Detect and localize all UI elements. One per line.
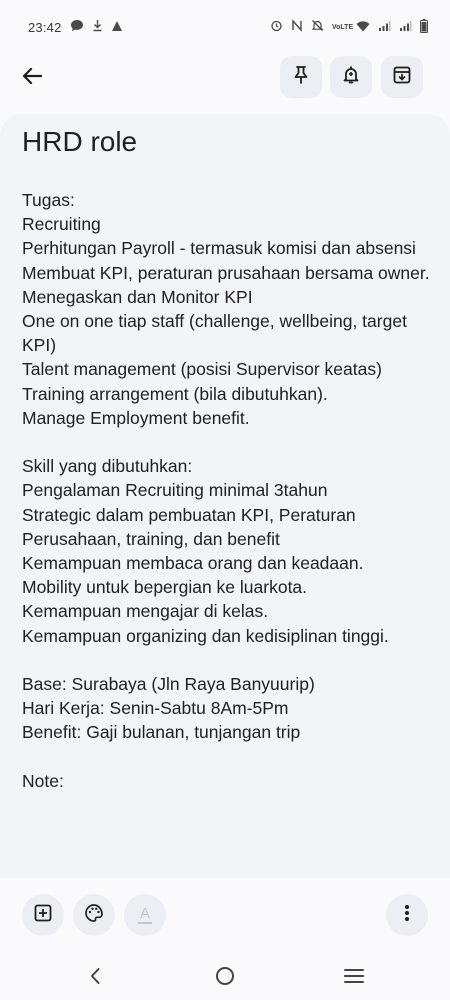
- nav-recents-button[interactable]: [332, 962, 376, 994]
- volte-icon: VoLTE: [332, 23, 354, 31]
- nav-back-button[interactable]: [73, 962, 117, 994]
- add-content-button[interactable]: [22, 894, 64, 936]
- signal-icon: [399, 20, 412, 35]
- palette-icon: [84, 903, 104, 928]
- back-arrow-icon: [22, 67, 43, 90]
- wifi-icon: [356, 20, 370, 35]
- note-toolbar: [0, 54, 450, 106]
- pin-icon: [292, 65, 310, 90]
- note-title[interactable]: HRD role: [22, 126, 137, 158]
- note-body[interactable]: Tugas: Recruiting Perhitungan Payroll - …: [22, 188, 434, 793]
- status-time: 23:42: [28, 19, 62, 35]
- color-palette-button[interactable]: [73, 894, 115, 936]
- download-icon: [92, 19, 103, 35]
- archive-icon: [392, 65, 412, 90]
- text-format-icon: A: [138, 906, 152, 924]
- more-vert-icon: [404, 904, 410, 927]
- pin-button[interactable]: [280, 56, 322, 98]
- status-right: VoLTE: [270, 18, 428, 36]
- more-options-button[interactable]: [386, 894, 428, 936]
- note-card: HRD role Tugas: Recruiting Perhitungan P…: [0, 114, 450, 878]
- back-button[interactable]: [14, 60, 50, 96]
- text-format-button[interactable]: A: [124, 894, 166, 936]
- archive-button[interactable]: [381, 56, 423, 98]
- reminder-button[interactable]: [330, 56, 372, 98]
- status-left: 23:42: [28, 19, 123, 35]
- nfc-icon: [291, 19, 303, 35]
- alarm-icon: [270, 19, 283, 35]
- mute-icon: [311, 19, 324, 35]
- nav-home-button[interactable]: [203, 962, 247, 994]
- alert-icon: [111, 20, 123, 35]
- message-icon: [70, 19, 84, 35]
- text-format-glyph: A: [139, 905, 150, 922]
- nav-back-icon: [89, 967, 101, 990]
- signal-icon: [378, 20, 391, 35]
- nav-home-icon: [215, 966, 235, 991]
- add-box-icon: [33, 903, 53, 928]
- status-bar: 23:42 VoLTE: [0, 0, 450, 54]
- nav-recents-icon: [344, 968, 364, 989]
- bottom-action-bar: A: [0, 878, 450, 956]
- system-nav-bar: [0, 956, 450, 1000]
- battery-icon: [420, 18, 428, 36]
- reminder-icon: [341, 65, 361, 90]
